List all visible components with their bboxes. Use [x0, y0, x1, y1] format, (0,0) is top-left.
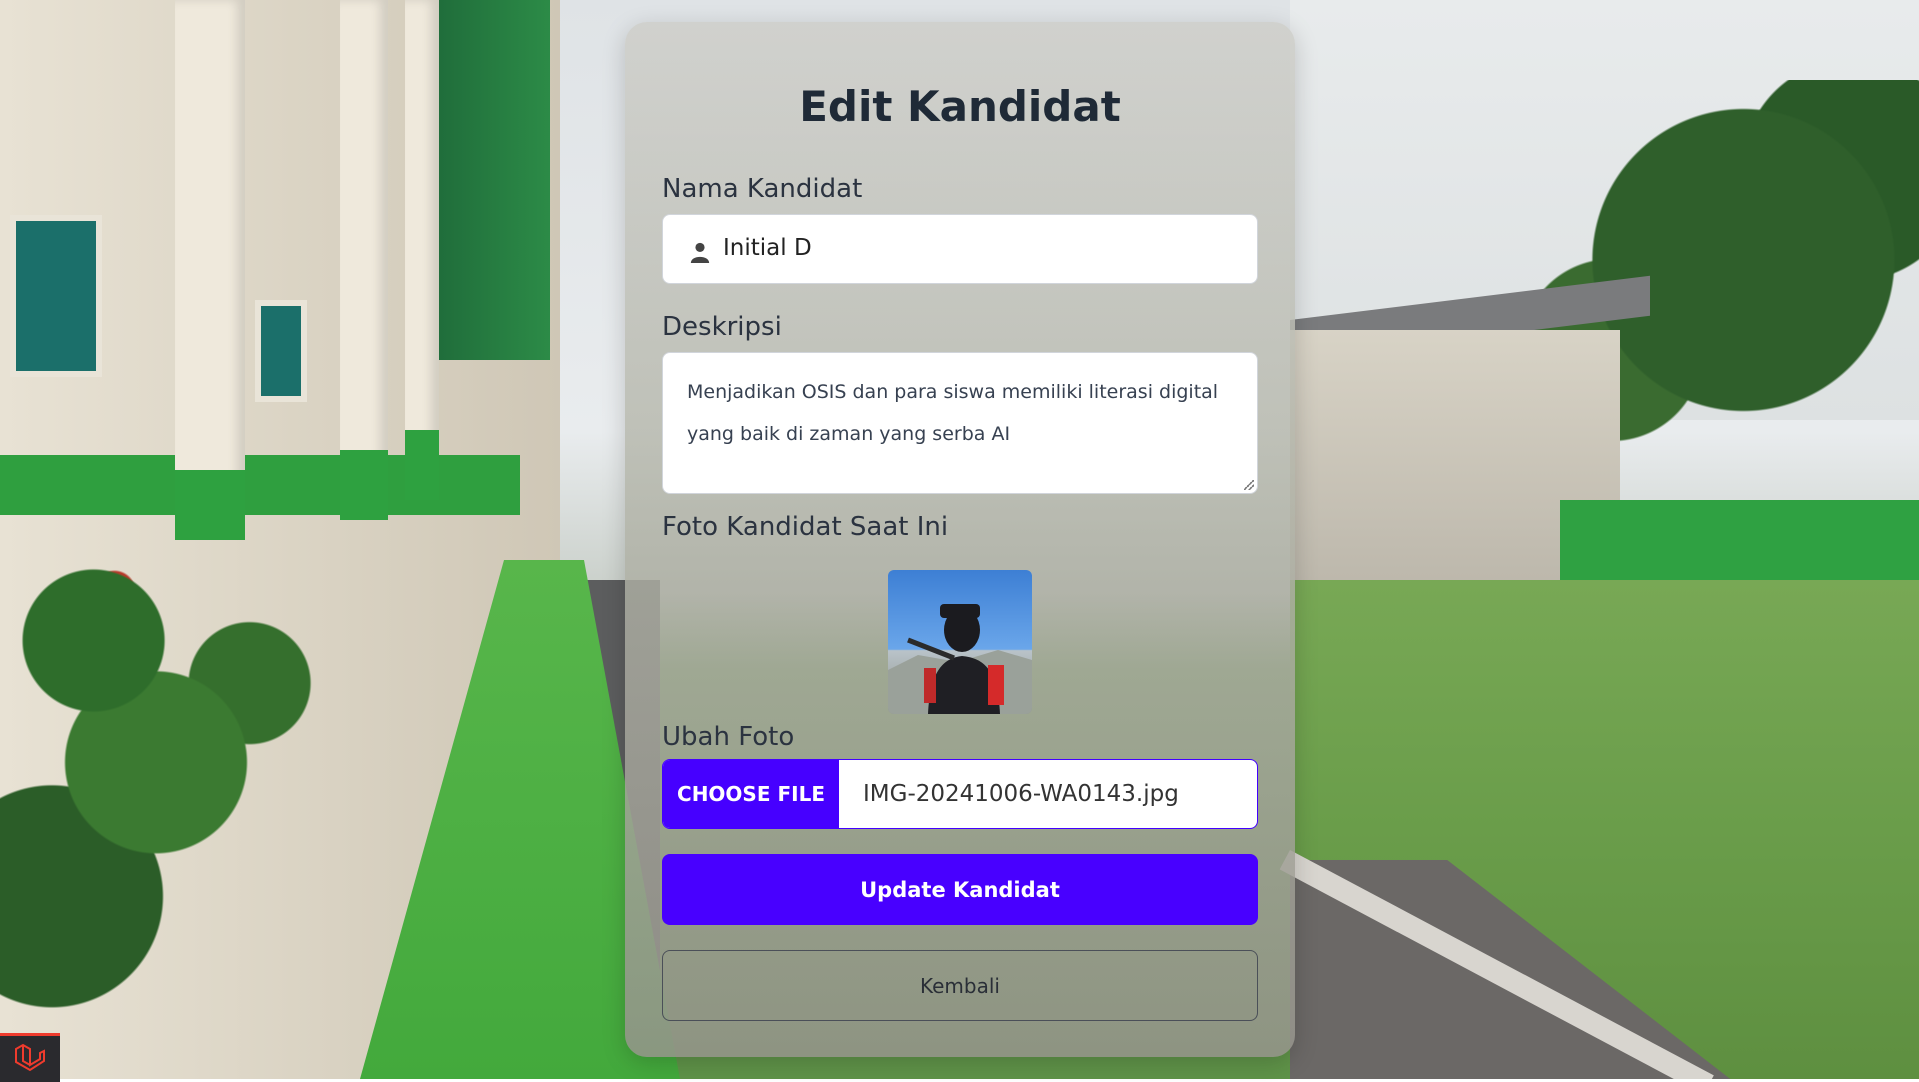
building-window — [10, 215, 102, 377]
candidate-photo-image — [888, 604, 1032, 714]
update-button[interactable]: Update Kandidat — [662, 854, 1258, 925]
green-wall — [1560, 500, 1919, 580]
plants — [0, 470, 520, 1079]
file-name: IMG-20241006-WA0143.jpg — [863, 781, 1179, 807]
choose-file-button[interactable]: CHOOSE FILE — [663, 760, 839, 828]
user-icon — [690, 242, 710, 263]
laravel-debug-button[interactable] — [0, 1033, 60, 1082]
edit-candidate-card: Edit Kandidat Nama Kandidat Initial D De… — [625, 22, 1295, 1057]
file-input[interactable]: CHOOSE FILE IMG-20241006-WA0143.jpg — [662, 759, 1258, 829]
description-label: Deskripsi — [662, 312, 782, 342]
candidate-photo — [888, 570, 1032, 714]
name-label: Nama Kandidat — [662, 174, 863, 204]
description-value: Menjadikan OSIS dan para siswa memiliki … — [687, 381, 1219, 445]
building-column — [175, 0, 245, 540]
current-photo-label: Foto Kandidat Saat Ini — [662, 512, 949, 542]
back-button[interactable]: Kembali — [662, 950, 1258, 1021]
building-roof — [430, 0, 550, 360]
laravel-icon — [15, 1043, 45, 1072]
building-column — [340, 0, 388, 520]
description-textarea[interactable]: Menjadikan OSIS dan para siswa memiliki … — [662, 352, 1258, 494]
name-value: Initial D — [723, 235, 812, 261]
building-window — [255, 300, 307, 402]
change-photo-label: Ubah Foto — [662, 722, 795, 752]
building-column — [405, 0, 439, 500]
resize-handle[interactable] — [1244, 480, 1254, 490]
name-field[interactable]: Initial D — [662, 214, 1258, 284]
page-title: Edit Kandidat — [799, 82, 1121, 131]
